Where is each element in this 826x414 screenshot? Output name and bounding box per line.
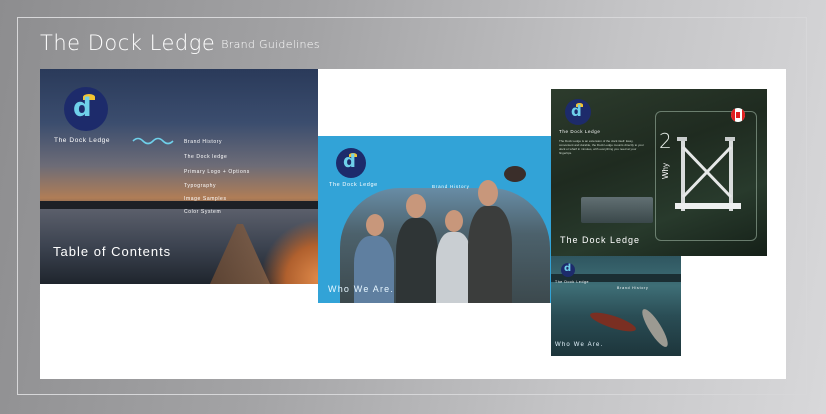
who-caption: Who We Are. xyxy=(555,342,604,348)
subtitle-text: Brand Guidelines xyxy=(221,38,320,51)
logo-d-icon: d xyxy=(73,93,92,123)
person-body xyxy=(436,232,472,303)
logo-d-icon: d xyxy=(343,151,356,172)
person-body xyxy=(468,206,512,303)
logo-d-icon: d xyxy=(564,263,572,274)
history-section-label: Brand History xyxy=(432,184,470,189)
toc-card: d The Dock Ledge Brand History The Dock … xyxy=(40,69,318,284)
why-card: d The Dock Ledge The Dock Ledge is an ex… xyxy=(551,89,767,256)
page-title: The Dock Ledge Brand Guidelines xyxy=(40,31,320,55)
who-card: d The Dock Ledge Brand History Who We Ar… xyxy=(551,256,681,356)
who-brand: The Dock Ledge xyxy=(555,280,590,284)
dock-ledge-photo xyxy=(581,197,653,223)
toc-item-brand-history: Brand History xyxy=(184,139,223,145)
person-head xyxy=(445,210,463,232)
toc-brand: The Dock Ledge xyxy=(54,137,111,144)
toc-heading: Table of Contents xyxy=(53,244,172,259)
why-brand: The Dock Ledge xyxy=(559,129,601,134)
title-text: The Dock Ledge xyxy=(40,31,216,55)
person-head xyxy=(478,180,498,206)
toc-item-color-system: Color System xyxy=(184,209,222,215)
why-caption: The Dock Ledge xyxy=(560,235,641,245)
toc-item-primary-logo: Primary Logo + Options xyxy=(184,169,250,175)
toc-item-dock-ledge: The Dock ledge xyxy=(184,154,228,160)
why-paragraph: The Dock Ledge is an extension of the do… xyxy=(559,139,644,155)
history-caption: Who We Are. xyxy=(328,284,395,294)
wave-icon xyxy=(132,137,174,145)
toc-item-typography: Typography xyxy=(184,183,217,189)
person-head xyxy=(406,194,426,218)
logo-d-icon: d xyxy=(571,102,582,120)
history-card: d The Dock Ledge Brand History Who We Ar… xyxy=(318,136,551,303)
canoe-image xyxy=(638,306,672,350)
why-number: 2 xyxy=(659,129,672,153)
history-brand: The Dock Ledge xyxy=(329,182,378,188)
person-head xyxy=(366,214,384,236)
ledge-frame-illustration xyxy=(675,137,741,211)
canada-flag-icon xyxy=(731,108,745,122)
inset-photo xyxy=(504,166,526,182)
why-vertical: Why xyxy=(661,163,670,179)
toc-item-image-samples: Image Samples xyxy=(184,196,227,202)
who-section-label: Brand History xyxy=(617,286,649,290)
person-body xyxy=(396,218,438,303)
canoe-image xyxy=(588,308,638,336)
